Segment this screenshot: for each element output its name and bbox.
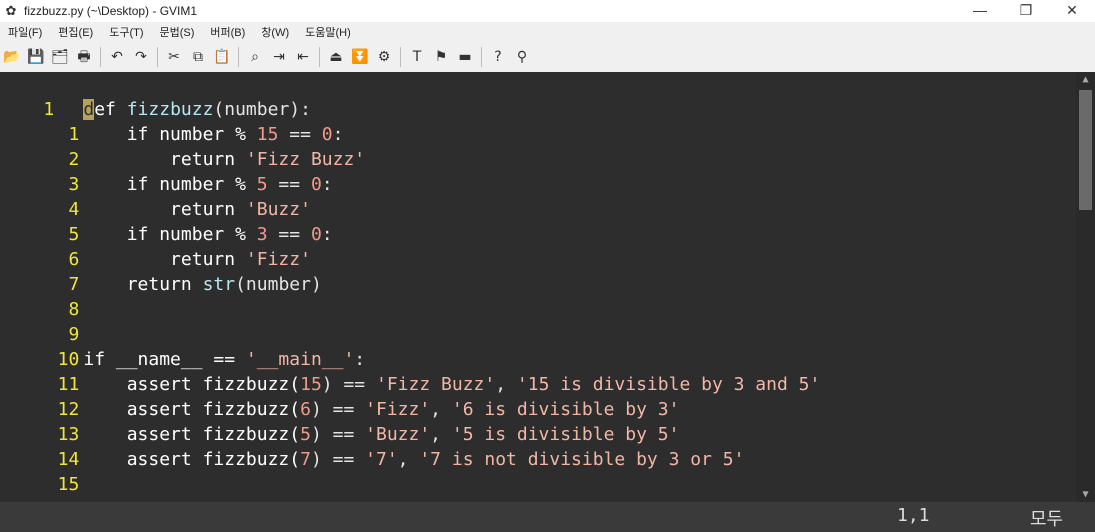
find-help-icon[interactable]: ⚲ — [512, 47, 532, 67]
code-line: 2 return 'Fizz Buzz' — [0, 122, 366, 170]
toolbar-separator — [319, 47, 320, 67]
menu-tools[interactable]: 도구(T) — [101, 24, 151, 40]
menu-window[interactable]: 창(W) — [253, 24, 297, 40]
code-line: 1 def fizzbuzz(number): — [43, 99, 311, 120]
menu-edit[interactable]: 편집(E) — [50, 24, 101, 40]
toolbar-separator — [238, 47, 239, 67]
open-icon[interactable]: 📂 — [2, 47, 22, 67]
help-icon[interactable]: ? — [488, 47, 508, 67]
find-replace-icon[interactable]: ⌕ — [245, 47, 265, 67]
code-line: 14 assert fizzbuzz(7) == '7', '7 is not … — [0, 422, 745, 470]
save-session-icon[interactable]: ⏬ — [350, 47, 370, 67]
print-icon[interactable]: 🖶 — [74, 47, 94, 67]
menu-file[interactable]: 파일(F) — [0, 24, 50, 40]
menu-bar: 파일(F) 편집(E) 도구(T) 문법(S) 버퍼(B) 창(W) 도움말(H… — [0, 22, 1095, 42]
menu-syntax[interactable]: 문법(S) — [152, 24, 203, 40]
find-next-icon[interactable]: ⇥ — [269, 47, 289, 67]
window-title: fizzbuzz.py (~\Desktop) - GVIM1 — [24, 4, 198, 18]
close-button[interactable]: ✕ — [1049, 0, 1095, 22]
toolbar-separator — [100, 47, 101, 67]
code-line: 1 if number % 15 == 0: — [0, 97, 344, 145]
save-all-icon[interactable]: 🗂 — [50, 47, 70, 67]
window-controls: — ❐ ✕ — [957, 0, 1095, 22]
cursor-position: 1,1 — [897, 505, 930, 526]
scroll-down-icon[interactable]: ▼ — [1076, 489, 1095, 500]
code-line: 6 return 'Fizz' — [0, 222, 311, 270]
toolbar-separator — [481, 47, 482, 67]
code-line: 15 — [0, 447, 83, 495]
save-icon[interactable]: 💾 — [26, 47, 46, 67]
scroll-position: 모두 — [1030, 509, 1064, 530]
cut-icon[interactable]: ✂ — [164, 47, 184, 67]
code-line: 16 — [0, 472, 83, 502]
vertical-scrollbar[interactable]: ▲ ▼ — [1076, 72, 1095, 502]
code-line: 13 assert fizzbuzz(5) == 'Buzz', '5 is d… — [0, 397, 680, 445]
load-session-icon[interactable]: ⏏ — [326, 47, 346, 67]
code-line: 8 — [0, 272, 83, 320]
code-line: 3 if number % 5 == 0: — [0, 147, 333, 195]
scroll-up-icon[interactable]: ▲ — [1076, 74, 1095, 85]
scrollbar-thumb[interactable] — [1079, 90, 1092, 210]
menu-help[interactable]: 도움말(H) — [297, 24, 359, 40]
code-line: 12 assert fizzbuzz(6) == 'Fizz', '6 is d… — [0, 372, 680, 420]
code-line: 10 if __name__ == '__main__': — [0, 322, 365, 370]
redo-icon[interactable]: ↷ — [131, 47, 151, 67]
maximize-button[interactable]: ❐ — [1003, 0, 1049, 22]
undo-icon[interactable]: ↶ — [107, 47, 127, 67]
status-line: 1,1 모두 — [0, 502, 1095, 532]
code-line: 7 return str(number) — [0, 247, 322, 295]
code-line: 5 if number % 3 == 0: — [0, 197, 333, 245]
tags-icon[interactable]: ⚑ — [431, 47, 451, 67]
make-icon[interactable]: T — [407, 47, 427, 67]
menu-buffers[interactable]: 버퍼(B) — [202, 24, 253, 40]
toolbar-separator — [157, 47, 158, 67]
code-line: 4 return 'Buzz' — [0, 172, 311, 220]
gvim-app-icon[interactable]: ✿ — [3, 3, 19, 19]
toolbar: 📂 💾 🗂 🖶 ↶ ↷ ✂ ⧉ 📋 ⌕ ⇥ ⇤ ⏏ ⏬ ⚙ T ⚑ ▬ ? ⚲ — [0, 42, 1095, 73]
copy-icon[interactable]: ⧉ — [188, 47, 208, 67]
run-script-icon[interactable]: ⚙ — [374, 47, 394, 67]
title-bar: ✿ fizzbuzz.py (~\Desktop) - GVIM1 — ❐ ✕ — [0, 0, 1095, 22]
code-line: 9 — [0, 297, 83, 345]
code-line: 11 assert fizzbuzz(15) == 'Fizz Buzz', '… — [0, 347, 821, 395]
toolbar-separator — [400, 47, 401, 67]
editor-text-area[interactable]: 1 def fizzbuzz(number): 1 if number % 15 … — [0, 72, 1076, 502]
build-tags-icon[interactable]: ▬ — [455, 47, 475, 67]
find-prev-icon[interactable]: ⇤ — [293, 47, 313, 67]
minimize-button[interactable]: — — [957, 0, 1003, 22]
paste-icon[interactable]: 📋 — [212, 47, 232, 67]
